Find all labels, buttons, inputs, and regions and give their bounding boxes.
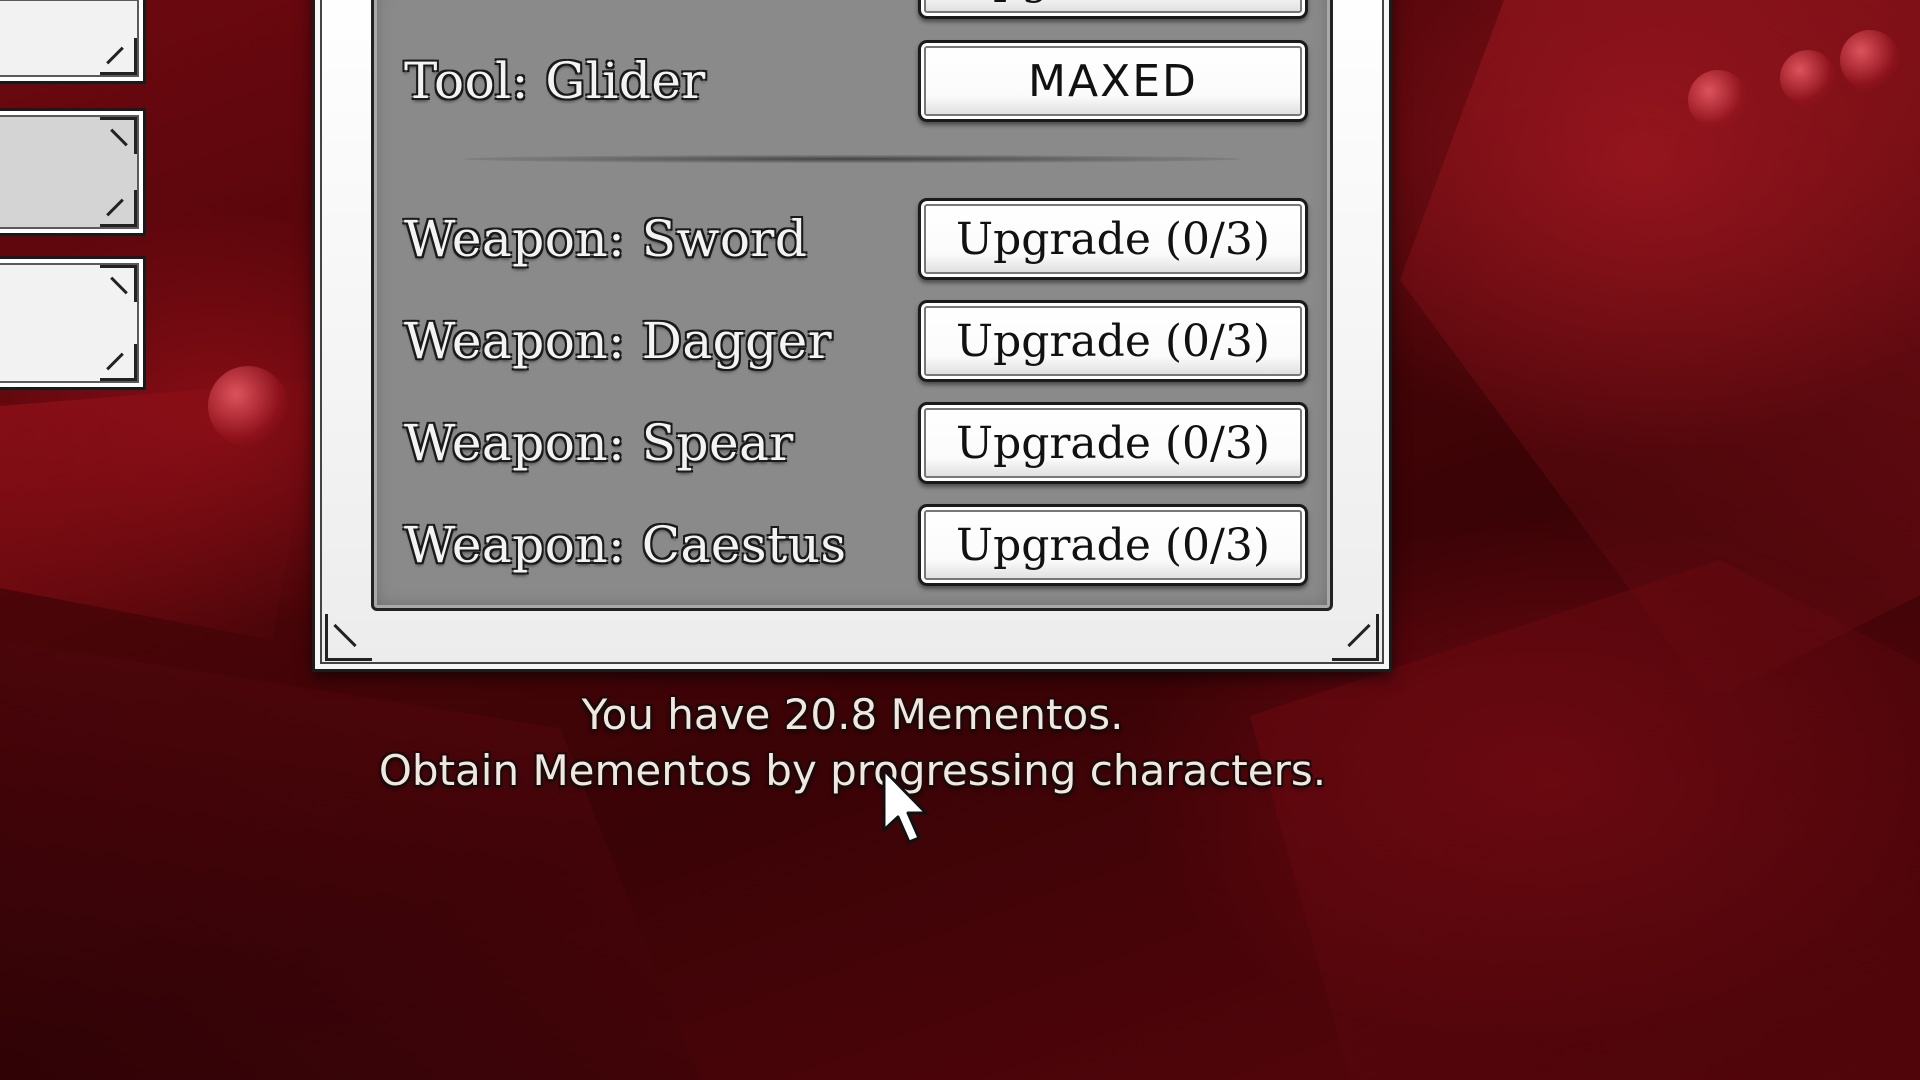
- weapon-label: Weapon: Dagger: [404, 312, 833, 370]
- upgrade-list: Upgrade (0/3) Tool: Glider MAXED Weapon:…: [371, 0, 1333, 611]
- ornament-corner-icon: [100, 190, 137, 227]
- upgrade-button[interactable]: Upgrade (0/3): [918, 0, 1308, 19]
- section-divider: [464, 155, 1240, 163]
- upgrade-spear-button[interactable]: Upgrade (0/3): [918, 402, 1308, 484]
- background-facet: [1400, 0, 1920, 700]
- ornament-corner-icon: [1332, 614, 1379, 661]
- weapon-row-sword: Weapon: Sword Upgrade (0/3): [374, 198, 1330, 280]
- upgrade-caestus-button[interactable]: Upgrade (0/3): [918, 504, 1308, 586]
- side-menu-slot[interactable]: [0, 256, 146, 390]
- upgrade-dagger-button[interactable]: Upgrade (0/3): [918, 300, 1308, 382]
- mementos-hint: Obtain Mementos by progressing character…: [378, 746, 1327, 795]
- weapon-row-dagger: Weapon: Dagger Upgrade (0/3): [374, 300, 1330, 382]
- weapon-row-spear: Weapon: Spear Upgrade (0/3): [374, 402, 1330, 484]
- upgrade-panel: Upgrade (0/3) Tool: Glider MAXED Weapon:…: [312, 0, 1392, 672]
- background-orb: [208, 366, 288, 446]
- ornament-corner-icon: [325, 614, 372, 661]
- maxed-button[interactable]: MAXED: [918, 40, 1308, 122]
- background-orb: [1688, 70, 1748, 130]
- ornament-corner-icon: [100, 344, 137, 381]
- side-menu-slot[interactable]: [0, 0, 146, 84]
- background-orb: [1780, 50, 1836, 106]
- mementos-count: You have 20.8 Mementos.: [581, 690, 1124, 739]
- background-orb: [1840, 30, 1900, 90]
- ornament-corner-icon: [100, 117, 137, 154]
- ornament-corner-icon: [100, 265, 137, 302]
- partial-upgrade-row: Upgrade (0/3): [374, 0, 1330, 23]
- weapon-label: Weapon: Sword: [404, 210, 808, 268]
- side-menu-slot[interactable]: [0, 108, 146, 236]
- weapon-label: Weapon: Caestus: [404, 516, 847, 574]
- ornament-corner-icon: [100, 38, 137, 75]
- upgrade-sword-button[interactable]: Upgrade (0/3): [918, 198, 1308, 280]
- tool-row-glider: Tool: Glider MAXED: [374, 40, 1330, 122]
- background-facet: [0, 380, 320, 640]
- weapon-row-caestus: Weapon: Caestus Upgrade (0/3): [374, 504, 1330, 586]
- mouse-pointer-icon: [882, 768, 928, 844]
- tool-label: Tool: Glider: [404, 52, 706, 110]
- weapon-label: Weapon: Spear: [404, 414, 794, 472]
